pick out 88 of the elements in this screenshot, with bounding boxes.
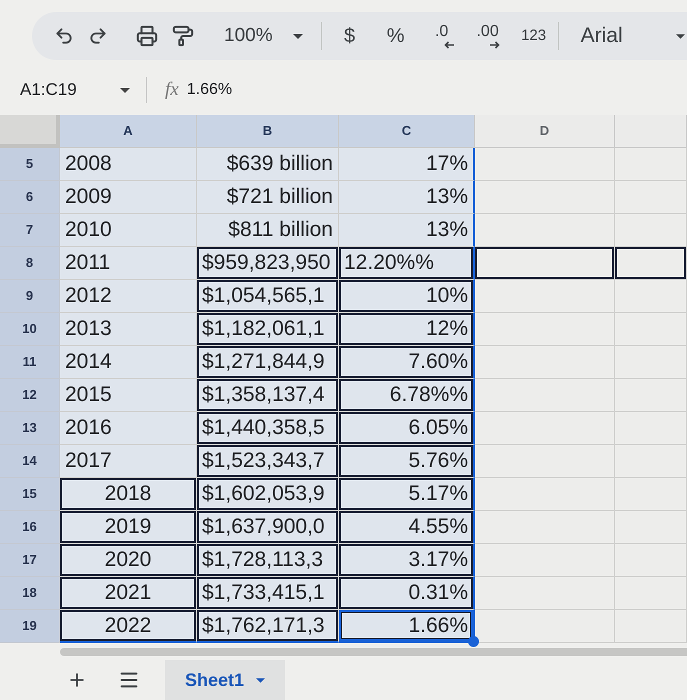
table-cell[interactable]: $1,728,113,3	[197, 544, 339, 577]
row-header[interactable]: 13	[0, 412, 60, 445]
percent-format-button[interactable]: %	[374, 16, 418, 56]
table-cell[interactable]: $1,271,844,9	[197, 346, 339, 379]
table-cell[interactable]: 2011	[60, 247, 197, 280]
table-cell[interactable]: $811 billion	[197, 214, 339, 247]
table-cell[interactable]: 2013	[60, 313, 197, 346]
table-cell[interactable]: 17%	[339, 148, 475, 181]
table-cell[interactable]: 4.55%	[339, 511, 475, 544]
function-symbol: fx	[165, 78, 179, 102]
table-cell[interactable]: $1,054,565,1	[197, 280, 339, 313]
table-cell[interactable]: 2015	[60, 379, 197, 412]
decrease-decimal-button[interactable]: .0	[420, 16, 464, 56]
table-cell[interactable]: $1,637,900,0	[197, 511, 339, 544]
arrow-left-icon	[444, 40, 454, 48]
column-header[interactable]: C	[339, 115, 475, 148]
paint-roller-icon[interactable]	[172, 25, 194, 47]
currency-format-button[interactable]: $	[328, 16, 372, 56]
row-header[interactable]: 18	[0, 577, 60, 610]
table-cell[interactable]: $1,182,061,1	[197, 313, 339, 346]
increase-decimal-button[interactable]: .00	[466, 16, 510, 56]
row-header[interactable]: 14	[0, 445, 60, 478]
row-header[interactable]: 17	[0, 544, 60, 577]
column-header[interactable]: B	[197, 115, 339, 148]
print-icon[interactable]	[136, 25, 158, 47]
caret-icon	[292, 34, 303, 38]
table-cell[interactable]: 10%	[339, 280, 475, 313]
number-format-button[interactable]: 123	[512, 16, 556, 56]
table-cell[interactable]: 12.20%%	[339, 247, 475, 280]
table-cell[interactable]: 5.76%	[339, 445, 475, 478]
table-cell[interactable]: 5.17%	[339, 478, 475, 511]
table-cell[interactable]: 6.05%	[339, 412, 475, 445]
table-cell[interactable]: 6.78%%	[339, 379, 475, 412]
row-header[interactable]: 16	[0, 511, 60, 544]
table-cell[interactable]: 13%	[339, 181, 475, 214]
select-all-corner[interactable]	[0, 115, 60, 148]
table-cell[interactable]: 3.17%	[339, 544, 475, 577]
row-header[interactable]: 5	[0, 148, 60, 181]
row-header[interactable]: 10	[0, 313, 60, 346]
table-cell[interactable]: $1,733,415,1	[197, 577, 339, 610]
redo-icon[interactable]	[88, 26, 108, 46]
table-cell[interactable]: 2019	[60, 511, 197, 544]
table-cell[interactable]: 12%	[339, 313, 475, 346]
table-cell[interactable]: 2018	[60, 478, 197, 511]
table-cell[interactable]: 2014	[60, 346, 197, 379]
column-header[interactable]: D	[475, 115, 615, 148]
arrow-right-icon	[490, 40, 500, 48]
row-header[interactable]: 9	[0, 280, 60, 313]
table-cell[interactable]: 2017	[60, 445, 197, 478]
sheet-tab[interactable]: Sheet1	[165, 660, 286, 700]
fill-handle[interactable]	[468, 636, 479, 647]
table-cell[interactable]: $1,602,053,9	[197, 478, 339, 511]
undo-icon[interactable]	[54, 26, 74, 46]
table-cell[interactable]: $959,823,950	[197, 247, 339, 280]
row-header[interactable]: 19	[0, 610, 60, 643]
table-cell[interactable]: 2016	[60, 412, 197, 445]
caret-icon	[120, 88, 130, 92]
zoom-dropdown[interactable]: 100%	[224, 16, 303, 56]
table-cell[interactable]: $1,762,171,3	[197, 610, 339, 643]
table-cell[interactable]: $721 billion	[197, 181, 339, 214]
caret-icon	[256, 678, 266, 682]
table-cell[interactable]: $1,523,343,7	[197, 445, 339, 478]
table-cell[interactable]: 7.60%	[339, 346, 475, 379]
table-cell[interactable]: 2008	[60, 148, 197, 181]
table-cell[interactable]: 2012	[60, 280, 197, 313]
table-cell[interactable]: 13%	[339, 214, 475, 247]
row-header[interactable]: 11	[0, 346, 60, 379]
table-cell[interactable]: $639 billion	[197, 148, 339, 181]
table-cell[interactable]: $1,358,137,4	[197, 379, 339, 412]
table-cell[interactable]: 2009	[60, 181, 197, 214]
caret-icon	[676, 34, 685, 38]
horizontal-scrollbar[interactable]	[60, 648, 687, 656]
row-header[interactable]: 15	[0, 478, 60, 511]
table-cell[interactable]: $1,440,358,5	[197, 412, 339, 445]
table-cell[interactable]: 2010	[60, 214, 197, 247]
column-header[interactable]	[615, 115, 687, 148]
row-header[interactable]: 12	[0, 379, 60, 412]
formula-value[interactable]: 1.66%	[186, 78, 232, 102]
table-cell[interactable]: 0.31%	[339, 577, 475, 610]
column-header[interactable]: A	[60, 115, 197, 148]
row-header[interactable]: 7	[0, 214, 60, 247]
table-cell[interactable]: 2020	[60, 544, 197, 577]
name-box[interactable]: A1:C19	[20, 77, 130, 103]
table-cell[interactable]: 2022	[60, 610, 197, 643]
row-header[interactable]: 8	[0, 247, 60, 280]
font-dropdown[interactable]: Arial	[580, 16, 687, 56]
table-cell[interactable]: 2021	[60, 577, 197, 610]
row-header[interactable]: 6	[0, 181, 60, 214]
